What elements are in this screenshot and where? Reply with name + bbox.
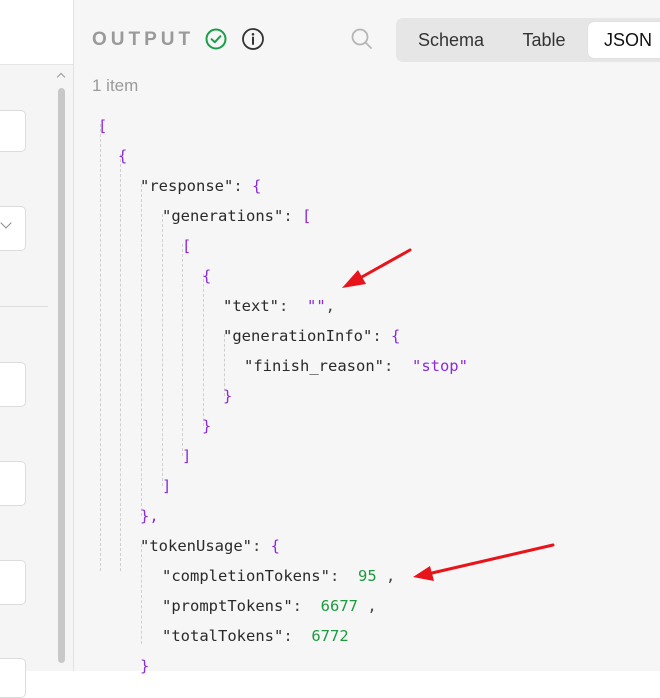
parameter-field[interactable]: [0, 461, 26, 506]
indent-guide: [203, 274, 204, 426]
json-line: }: [140, 655, 149, 677]
json-line: ]: [182, 445, 191, 467]
json-bracket: ]: [162, 477, 172, 495]
json-line: {: [202, 265, 211, 287]
json-line: "generations": [: [162, 207, 312, 225]
indent-guide: [100, 124, 101, 571]
json-line: [: [182, 235, 191, 257]
json-brace: {: [202, 267, 212, 285]
output-panel: OUTPUT Schema Table JSON 1 item [{"res…: [74, 0, 660, 675]
json-line: }: [202, 415, 211, 437]
json-number-value[interactable]: 6772: [311, 627, 348, 645]
json-brace: }: [223, 387, 233, 405]
json-line: [: [98, 115, 107, 137]
json-line: ]: [162, 475, 171, 497]
indent-guide: [141, 184, 142, 516]
json-bracket: [: [98, 117, 108, 135]
json-key[interactable]: "text": [223, 297, 279, 315]
scrollbar[interactable]: [53, 68, 71, 671]
json-brace: {: [118, 147, 128, 165]
indent-guide: [120, 154, 121, 571]
json-line: {: [118, 145, 127, 167]
tab-schema[interactable]: Schema: [404, 22, 498, 58]
indent-guide: [141, 544, 142, 644]
json-key[interactable]: "generations": [162, 207, 283, 225]
parameter-input[interactable]: [0, 110, 26, 152]
json-line: },: [140, 505, 159, 527]
json-brace: },: [140, 507, 159, 525]
json-brace: }: [202, 417, 212, 435]
indent-guide: [182, 244, 183, 456]
json-line: }: [223, 385, 232, 407]
json-bracket: [: [302, 207, 312, 225]
output-title: OUTPUT: [92, 29, 195, 50]
json-key[interactable]: "promptTokens": [162, 597, 293, 615]
json-line: "response": {: [140, 177, 262, 195]
view-tabs: Schema Table JSON: [396, 18, 660, 62]
json-line: "finish_reason": "stop": [244, 357, 468, 375]
parameter-field[interactable]: [0, 362, 26, 407]
parameter-dropdown[interactable]: [0, 206, 26, 251]
json-string-value[interactable]: "stop": [412, 357, 468, 375]
search-icon[interactable]: [350, 27, 374, 56]
json-number-value[interactable]: 6677: [321, 597, 358, 615]
success-check-icon: [205, 28, 227, 55]
scrollbar-thumb[interactable]: [58, 88, 65, 663]
chevron-down-icon: [0, 217, 12, 229]
json-key[interactable]: "completionTokens": [162, 567, 330, 585]
json-string-value[interactable]: "": [307, 297, 326, 315]
tab-table[interactable]: Table: [500, 22, 588, 58]
left-panel: [0, 0, 74, 698]
json-line: "tokenUsage": {: [140, 537, 280, 555]
json-line: "promptTokens": 6677 ,: [162, 597, 377, 615]
json-brace: {: [390, 327, 401, 345]
info-icon[interactable]: [241, 27, 265, 56]
json-brace: }: [140, 657, 150, 675]
json-brace: {: [252, 177, 262, 195]
json-line: "completionTokens": 95 ,: [162, 567, 396, 585]
scroll-up-icon[interactable]: [56, 72, 66, 82]
json-key[interactable]: "totalTokens": [162, 627, 283, 645]
json-line: "text": "",: [223, 297, 336, 315]
divider: [0, 306, 48, 307]
json-bracket: [: [182, 237, 192, 255]
json-line: "generationInfo": {: [223, 327, 401, 345]
json-viewer: [ { "response": { "generations": [ [ { "…: [74, 100, 660, 675]
json-number-value[interactable]: 95: [358, 567, 377, 585]
json-bracket: ]: [182, 447, 192, 465]
left-panel-header: [0, 0, 74, 65]
indent-guide: [162, 214, 163, 486]
json-key[interactable]: "finish_reason": [244, 357, 384, 375]
json-key[interactable]: "tokenUsage": [140, 537, 252, 555]
parameter-field[interactable]: [0, 560, 26, 605]
json-brace: {: [270, 537, 280, 555]
json-line: "totalTokens": 6772: [162, 627, 349, 645]
tab-json[interactable]: JSON: [588, 22, 660, 58]
parameter-field[interactable]: [0, 658, 26, 698]
json-key[interactable]: "generationInfo": [223, 327, 372, 345]
json-key[interactable]: "response": [140, 177, 233, 195]
item-count: 1 item: [92, 76, 139, 95]
